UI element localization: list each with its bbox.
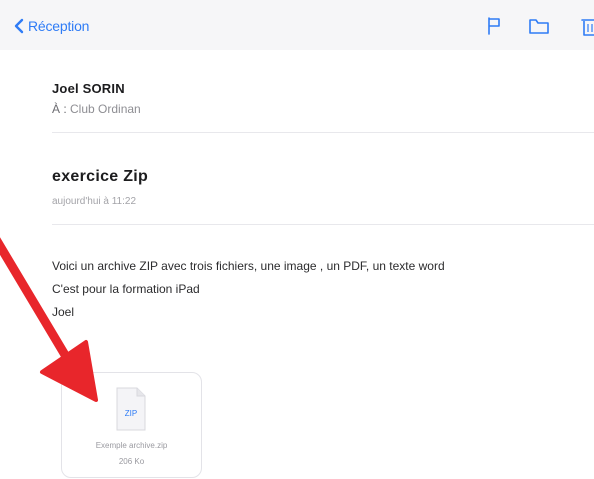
back-button[interactable]: Réception xyxy=(14,14,89,38)
recipient-name[interactable]: Club Ordinan xyxy=(70,102,141,116)
body-line: C'est pour la formation iPad xyxy=(52,282,200,296)
zip-attachment[interactable]: ZIP Exemple archive.zip 206 Ko xyxy=(61,372,202,478)
message-subject: exercice Zip xyxy=(52,168,149,185)
recipient-prefix: À : xyxy=(52,102,67,116)
zip-icon-label: ZIP xyxy=(125,409,137,418)
message-date: aujourd'hui à 11:22 xyxy=(52,196,137,207)
header-divider xyxy=(52,132,594,133)
chevron-left-icon xyxy=(14,18,24,34)
zip-file-icon: ZIP xyxy=(115,387,147,431)
body-line: Voici un archive ZIP avec trois fichiers… xyxy=(52,259,445,273)
recipient-row: À : Club Ordinan xyxy=(52,102,141,116)
navigation-bar: Réception xyxy=(0,0,594,50)
trash-icon[interactable] xyxy=(580,15,594,37)
body-line: Joel xyxy=(52,305,75,319)
folder-icon[interactable] xyxy=(527,15,549,37)
attachment-file-size: 206 Ko xyxy=(118,457,145,466)
sender-name[interactable]: Joel SORIN xyxy=(52,81,125,96)
mail-message-screen: Réception Joel SORIN À : Club Ordinan ex… xyxy=(0,0,594,479)
flag-icon[interactable] xyxy=(484,15,506,37)
back-button-label: Réception xyxy=(28,18,90,34)
message-body: Voici un archive ZIP avec trois fichiers… xyxy=(52,255,445,324)
subject-divider xyxy=(52,224,594,225)
attachment-file-name: Exemple archive.zip xyxy=(95,441,168,450)
